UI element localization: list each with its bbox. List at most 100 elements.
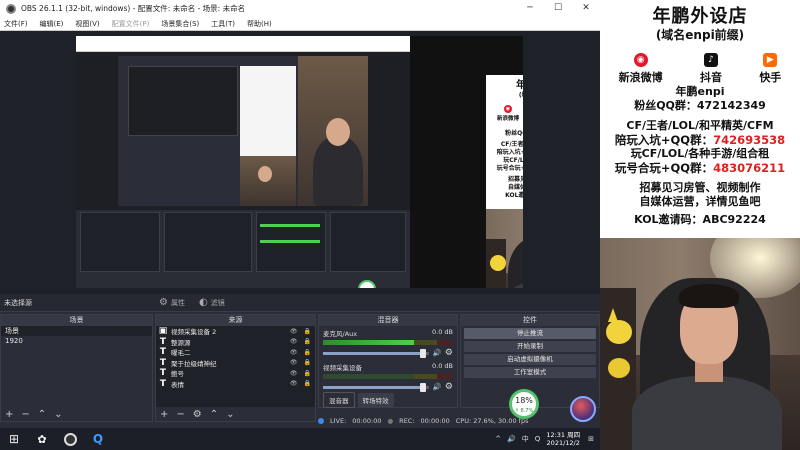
menu-profile[interactable]: 配置文件(P) [112, 19, 150, 29]
notification-icon[interactable]: ⊞ [588, 435, 594, 443]
menu-help[interactable]: 帮助(H) [247, 19, 272, 29]
tray-expand-icon[interactable]: ^ [495, 435, 501, 443]
recruit-line-1: 招募见习房管、视频制作 [639, 181, 761, 194]
canvas-recruit1: 招募见习房管、视频制作 [507, 176, 523, 183]
virtual-camera-button[interactable]: 启动虚拟摄像机 [464, 354, 596, 365]
volume-icon[interactable]: 🔊 [507, 435, 516, 443]
lock-icon[interactable]: 🔒 [304, 359, 311, 366]
eye-icon[interactable]: 👁 [290, 328, 298, 335]
speaker-icon[interactable]: 🔊 [433, 349, 442, 357]
obs-window: OBS 26.1.1 (32-bit, windows) - 配置文件: 未命名… [0, 0, 600, 428]
avatar[interactable] [570, 396, 596, 422]
eye-icon[interactable]: 👁 [290, 380, 298, 387]
eye-icon[interactable]: 👁 [290, 370, 298, 377]
tab-mixer[interactable]: 混音器 [323, 392, 355, 408]
gear-icon[interactable]: ⚙ [445, 382, 453, 392]
remove-source-icon[interactable]: − [176, 409, 184, 420]
preview-canvas[interactable]: 年鹏外设店 (域名enpi前缀) ◉新浪微博 ♪抖音 ▶快手 年鹏enpi 粉丝… [76, 36, 523, 288]
canvas-webcam-feed [486, 209, 523, 288]
close-button[interactable]: ✕ [572, 0, 600, 17]
source-toolbar: 未选择源 ⚙ 属性 ◐ 滤镜 [0, 294, 600, 312]
windows-start-icon[interactable]: ⊞ [0, 428, 28, 450]
add-source-icon[interactable]: + [160, 409, 168, 420]
text-icon: T [159, 347, 167, 358]
start-recording-button[interactable]: 开始录制 [464, 341, 596, 352]
source-settings-icon[interactable]: ⚙ [193, 409, 202, 420]
gear-icon[interactable]: ⚙ [445, 348, 453, 358]
menu-edit[interactable]: 编辑(E) [40, 19, 64, 29]
sources-dock: 来源 ▣ 视频采集设备 2 👁 🔒 T 整源源 👁 🔒 T 曜毛二 👁 🔒 T 聚于拉级靖神纪 👁 🔒 … [155, 314, 316, 422]
stop-streaming-button[interactable]: 停止推流 [464, 328, 596, 339]
properties-label: 属性 [170, 298, 185, 307]
clock[interactable]: 12:31 周四 2021/12/2 [546, 431, 580, 447]
lock-icon[interactable]: 🔒 [304, 349, 311, 356]
source-item[interactable]: T 表情 👁 🔒 [156, 379, 315, 390]
volume-meter [323, 340, 453, 345]
source-item[interactable]: ▣ 视频采集设备 2 👁 🔒 [156, 326, 315, 337]
source-item[interactable]: T 聚于拉级靖神纪 👁 🔒 [156, 358, 315, 369]
maximize-button[interactable]: ☐ [544, 0, 572, 17]
channel-db: 0.0 dB [432, 328, 453, 336]
minimize-button[interactable]: ─ [516, 0, 544, 17]
qq-tray-icon[interactable]: Q [535, 435, 541, 443]
source-item[interactable]: T 整源源 👁 🔒 [156, 337, 315, 348]
menu-tools[interactable]: 工具(T) [211, 19, 235, 29]
add-scene-icon[interactable]: + [5, 409, 13, 420]
source-name: 鲍号 [171, 370, 184, 379]
canvas-fans-line: 粉丝QQ群：472142349 [505, 130, 523, 137]
obs-taskbar-icon[interactable] [56, 428, 84, 450]
menu-scene-collection[interactable]: 场景集合(S) [161, 19, 199, 29]
volume-slider[interactable] [323, 348, 429, 358]
move-up-icon[interactable]: ⌃ [38, 409, 46, 420]
nested-screen-capture [76, 36, 410, 288]
menu-view[interactable]: 视图(V) [75, 19, 99, 29]
fans-line: 粉丝QQ群：472142349 [634, 99, 766, 112]
volume-slider[interactable] [323, 382, 429, 392]
webcam-feed [600, 238, 800, 450]
source-item[interactable]: T 鲍号 👁 🔒 [156, 368, 315, 379]
kol-code-line: KOL邀请码：ABC92224 [634, 213, 766, 226]
move-down-icon[interactable]: ⌄ [226, 409, 234, 420]
preview-area[interactable]: 年鹏外设店 (域名enpi前缀) ◉新浪微博 ♪抖音 ▶快手 年鹏enpi 粉丝… [0, 31, 600, 294]
scene-item[interactable]: 场景 [1, 326, 152, 336]
canvas-games-line: CF/王者/LOL/和平精英/CFM [500, 141, 523, 148]
controls-dock-title: 控件 [461, 315, 599, 326]
move-down-icon[interactable]: ⌄ [54, 409, 62, 420]
cpu-usage-widget[interactable]: 18% ↑ 8.7% [509, 389, 539, 419]
eye-icon[interactable]: 👁 [290, 359, 298, 366]
filters-button[interactable]: ◐ 滤镜 [199, 297, 225, 308]
canvas-name-line: 年鹏enpi [486, 122, 523, 130]
text-icon: T [159, 378, 167, 389]
scenes-dock-title: 场景 [1, 315, 152, 326]
tab-transitions[interactable]: 转场特效 [357, 393, 394, 407]
speaker-icon[interactable]: 🔊 [433, 383, 442, 391]
lock-icon[interactable]: 🔒 [304, 370, 311, 377]
lock-icon[interactable]: 🔒 [304, 338, 311, 345]
remove-scene-icon[interactable]: − [21, 409, 29, 420]
lock-icon[interactable]: 🔒 [304, 328, 311, 335]
group2-prefix: 玩号合玩+QQ群： [614, 161, 714, 175]
studio-mode-button[interactable]: 工作室模式 [464, 367, 596, 378]
panel-subtitle: (域名enpi前缀) [655, 28, 745, 42]
eye-icon[interactable]: 👁 [290, 349, 298, 356]
canvas-group1-prefix: 陪玩入坑+QQ群： [496, 149, 523, 156]
douyin-icon: ♪ [703, 53, 718, 67]
scene-item[interactable]: 1920 [1, 336, 152, 346]
channel-name: 麦克风/Aux [323, 330, 358, 338]
eye-icon[interactable]: 👁 [290, 338, 298, 345]
menu-file[interactable]: 文件(F) [4, 19, 28, 29]
group1-prefix: 陪玩入坑+QQ群： [614, 133, 714, 147]
properties-button[interactable]: ⚙ 属性 [159, 297, 185, 308]
obs-logo-icon [6, 3, 16, 14]
lock-icon[interactable]: 🔒 [304, 380, 311, 387]
cpu-value: 18% [515, 396, 533, 405]
canvas-kol: KOL邀请码：ABC92224 [505, 192, 523, 199]
source-item[interactable]: T 曜毛二 👁 🔒 [156, 347, 315, 358]
browser-taskbar-icon[interactable]: Q [84, 428, 112, 450]
settings-app-icon[interactable]: ✿ [28, 428, 56, 450]
input-method-icon[interactable]: 中 [522, 434, 529, 444]
move-up-icon[interactable]: ⌃ [210, 409, 218, 420]
source-name: 整源源 [171, 338, 191, 347]
canvas-group2-prefix: 玩号合玩+QQ群： [496, 165, 523, 172]
text-icon: T [159, 368, 167, 379]
